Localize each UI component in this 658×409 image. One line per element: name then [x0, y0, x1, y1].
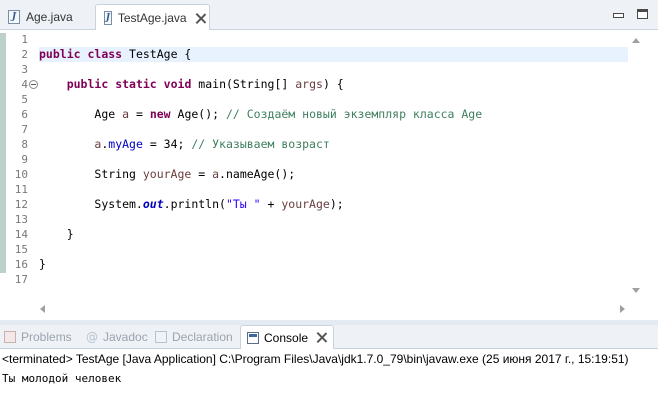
- code-line-14: }: [39, 227, 628, 242]
- keyword: new: [149, 107, 171, 121]
- console-status: <terminated> TestAge [Java Application] …: [2, 352, 629, 366]
- close-icon[interactable]: [195, 13, 201, 24]
- horizontal-scrollbar[interactable]: [37, 300, 628, 317]
- code-text: =: [191, 167, 213, 181]
- code-text: String: [94, 167, 143, 181]
- tab-problems[interactable]: Problems: [4, 325, 72, 349]
- line-number: 11: [14, 183, 28, 196]
- problems-icon: [4, 331, 16, 343]
- keyword: void: [163, 77, 192, 91]
- code-line-8: a.myAge = 34; // Указываем возраст: [39, 137, 628, 152]
- code-text: Age();: [170, 107, 226, 121]
- declaration-icon: [155, 331, 167, 343]
- param-name: args: [295, 77, 323, 91]
- close-icon[interactable]: [316, 332, 327, 343]
- keyword: class: [87, 47, 123, 61]
- code-text: +: [260, 197, 282, 211]
- code-comment: // Указываем возраст: [191, 137, 330, 151]
- tab-console[interactable]: Console: [240, 325, 335, 349]
- line-number: 3: [21, 63, 28, 76]
- code-text: .println(: [163, 197, 226, 211]
- local-variable: yourAge: [281, 197, 330, 211]
- line-number: 2: [21, 48, 28, 61]
- scroll-left-icon[interactable]: [40, 305, 45, 313]
- tab-label: Console: [264, 330, 309, 345]
- tab-declaration[interactable]: Declaration: [155, 325, 233, 349]
- editor-tab-bar: J Age.java J TestAge.java: [0, 0, 658, 31]
- bottom-panel-tab-bar: Problems @ Javadoc Declaration Console: [0, 325, 658, 349]
- code-line-12: System.out.println("Ты " + yourAge);: [39, 197, 628, 212]
- code-text: System.: [94, 197, 143, 211]
- code-text: }: [66, 227, 74, 241]
- java-file-icon: J: [8, 10, 20, 24]
- line-number: 5: [21, 93, 28, 106]
- minimize-icon[interactable]: [612, 9, 624, 19]
- tab-testage-java[interactable]: J TestAge.java: [95, 4, 210, 31]
- local-variable: a: [122, 107, 130, 121]
- scroll-down-icon[interactable]: [632, 288, 640, 293]
- code-text: );: [329, 197, 344, 211]
- line-number: 6: [21, 108, 28, 121]
- code-text: =: [129, 107, 150, 121]
- console-output[interactable]: Ты молодой человек: [0, 370, 658, 388]
- code-line-10: String yourAge = a.nameAge();: [39, 167, 628, 182]
- code-line-2: public class TestAge {: [39, 47, 628, 62]
- field-name: myAge: [108, 137, 143, 151]
- java-file-icon: J: [104, 11, 112, 25]
- vertical-scrollbar[interactable]: [628, 30, 645, 300]
- tab-javadoc[interactable]: @ Javadoc: [86, 325, 148, 349]
- scroll-up-icon[interactable]: [632, 38, 640, 43]
- line-number: 10: [14, 168, 28, 181]
- line-number: 8: [21, 138, 28, 151]
- line-number: 14: [14, 228, 28, 241]
- local-variable: yourAge: [142, 167, 192, 181]
- code-comment: // Создаём новый экземпляр класса Age: [225, 107, 483, 121]
- tab-label: Javadoc: [103, 330, 148, 344]
- code-text: TestAge {: [122, 47, 192, 61]
- line-number: 7: [21, 123, 28, 136]
- code-text: }: [39, 257, 46, 271]
- tab-label: Age.java: [26, 10, 73, 24]
- maximize-icon[interactable]: [637, 9, 648, 19]
- keyword: static: [115, 77, 157, 91]
- code-editor[interactable]: 1 2 3 4 5 6 7 8 9 10 11 12 13 14 15 16 1…: [0, 30, 658, 320]
- tab-age-java[interactable]: J Age.java: [0, 4, 95, 30]
- keyword: public: [66, 77, 109, 91]
- static-field: out: [142, 197, 164, 211]
- line-number: 9: [21, 153, 28, 166]
- line-number: 12: [14, 198, 28, 211]
- code-line-16: }: [39, 257, 628, 272]
- fold-collapse-icon[interactable]: [29, 80, 38, 89]
- code-line-6: Age a = new Age(); // Создаём новый экзе…: [39, 107, 628, 122]
- code-text: .nameAge();: [219, 167, 296, 181]
- javadoc-icon: @: [86, 330, 98, 344]
- string-literal: "Ты ": [225, 197, 261, 211]
- line-number: 1: [21, 33, 28, 46]
- line-number: 16: [14, 258, 28, 271]
- tab-label: Problems: [21, 330, 72, 344]
- line-number: 13: [14, 213, 28, 226]
- code-line-4: public static void main(String[] args) {: [39, 77, 628, 92]
- line-number: 4: [21, 78, 28, 91]
- keyword: public: [39, 47, 81, 61]
- code-text: Age: [94, 107, 123, 121]
- code-text: main(String[]: [191, 77, 296, 91]
- local-variable: a: [212, 167, 220, 181]
- code-text: = 34;: [142, 137, 192, 151]
- line-number: 17: [14, 273, 28, 286]
- console-icon: [247, 331, 259, 344]
- scroll-right-icon[interactable]: [620, 305, 625, 313]
- tab-label: Declaration: [172, 330, 233, 344]
- line-number: 15: [14, 243, 28, 256]
- tab-label: TestAge.java: [117, 11, 187, 25]
- code-text: ) {: [322, 77, 344, 91]
